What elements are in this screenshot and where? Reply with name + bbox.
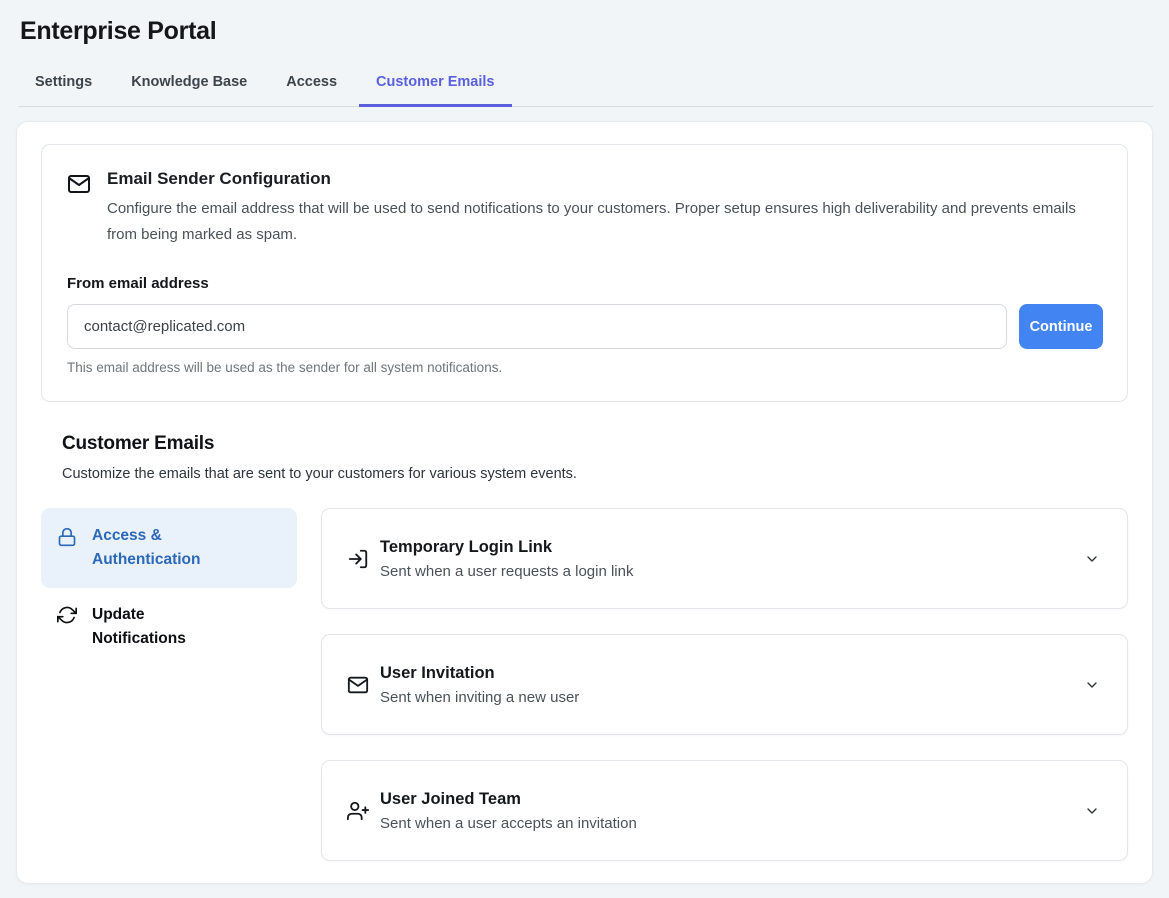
user-plus-icon xyxy=(347,800,369,822)
email-card-user-invitation[interactable]: User Invitation Sent when inviting a new… xyxy=(321,634,1128,735)
tab-settings[interactable]: Settings xyxy=(18,63,109,107)
refresh-icon xyxy=(57,605,77,625)
email-card-description: Sent when a user accepts an invitation xyxy=(380,815,637,832)
email-card-title: User Joined Team xyxy=(380,790,637,809)
mail-icon xyxy=(347,674,369,696)
email-category-list: Access & Authentication Update Notificat… xyxy=(41,508,297,861)
customer-emails-title: Customer Emails xyxy=(62,433,1128,455)
from-email-input[interactable] xyxy=(67,304,1007,349)
chevron-down-icon[interactable] xyxy=(1084,551,1103,567)
category-update-notifications[interactable]: Update Notifications xyxy=(41,593,297,661)
from-email-label: From email address xyxy=(67,275,1103,292)
category-label: Access & Authentication xyxy=(92,524,242,572)
tab-knowledge-base[interactable]: Knowledge Base xyxy=(114,63,264,107)
tab-customer-emails[interactable]: Customer Emails xyxy=(359,63,511,107)
email-template-list: Temporary Login Link Sent when a user re… xyxy=(321,508,1128,861)
tab-access[interactable]: Access xyxy=(269,63,354,107)
mail-icon xyxy=(67,172,91,196)
email-card-user-joined-team[interactable]: User Joined Team Sent when a user accept… xyxy=(321,760,1128,861)
sender-card-title: Email Sender Configuration xyxy=(107,169,1082,189)
email-card-title: User Invitation xyxy=(380,664,579,683)
email-card-description: Sent when a user requests a login link xyxy=(380,563,633,580)
continue-button[interactable]: Continue xyxy=(1019,304,1103,349)
chevron-down-icon[interactable] xyxy=(1084,803,1103,819)
login-icon xyxy=(347,548,369,570)
category-access-authentication[interactable]: Access & Authentication xyxy=(41,508,297,588)
sender-card-description: Configure the email address that will be… xyxy=(107,196,1082,248)
email-card-title: Temporary Login Link xyxy=(380,538,633,557)
customer-emails-subtitle: Customize the emails that are sent to yo… xyxy=(62,466,1128,482)
email-card-temporary-login-link[interactable]: Temporary Login Link Sent when a user re… xyxy=(321,508,1128,609)
email-sender-configuration-card: Email Sender Configuration Configure the… xyxy=(41,144,1128,402)
main-panel: Email Sender Configuration Configure the… xyxy=(16,121,1153,884)
tab-bar: Settings Knowledge Base Access Customer … xyxy=(18,63,1153,107)
page-title: Enterprise Portal xyxy=(20,17,1149,46)
from-email-helper-text: This email address will be used as the s… xyxy=(67,360,1103,375)
lock-icon xyxy=(57,527,77,547)
page-header: Enterprise Portal xyxy=(0,0,1169,46)
email-card-description: Sent when inviting a new user xyxy=(380,689,579,706)
chevron-down-icon[interactable] xyxy=(1084,677,1103,693)
category-label: Update Notifications xyxy=(92,603,242,651)
